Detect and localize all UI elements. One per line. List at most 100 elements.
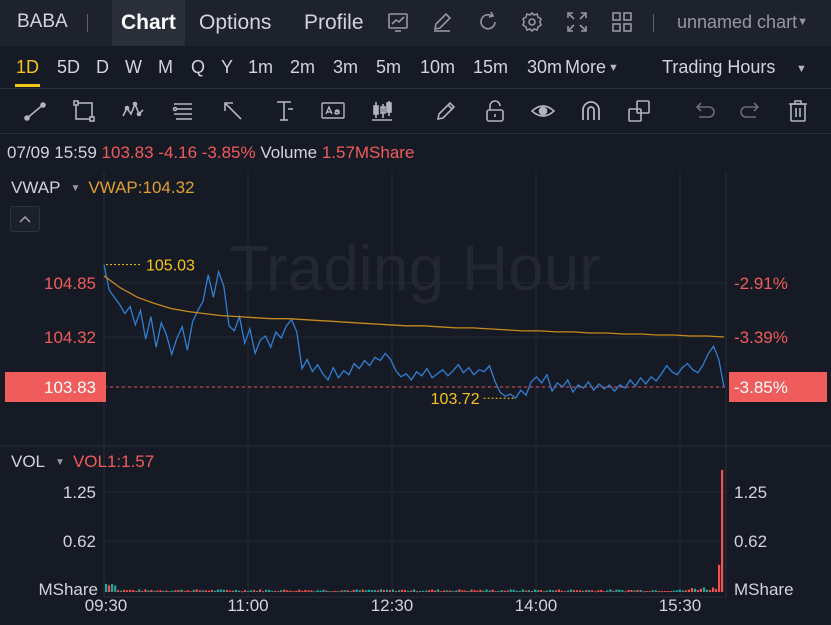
measure-icon[interactable] [271,98,297,124]
redo-icon[interactable] [739,98,765,124]
volume-bar [639,589,642,592]
interval-2m[interactable]: 2m [290,57,315,78]
volume-bar [443,590,446,592]
volume-bar [476,590,479,592]
clone-icon[interactable] [626,98,652,124]
volume-bar [518,591,521,592]
vol-value: VOL1:1.57 [72,452,155,471]
volume-bar [645,591,648,592]
magnet-icon[interactable] [578,98,604,124]
arrow-icon[interactable] [220,98,246,124]
interval-15m[interactable]: 15m [473,57,508,78]
chart-name-dropdown[interactable]: unnamed chart▼ [677,12,808,33]
lock-icon[interactable] [482,98,508,124]
volume-bar [708,590,712,592]
pencil-icon[interactable] [433,98,459,124]
volume-bar [352,589,355,592]
interval-y[interactable]: Y [221,57,233,78]
volume-bar [666,591,669,592]
vol-indicator-legend[interactable]: VOL ▼ VOL1:1.57 [11,452,154,472]
quote-price: 103.83 [101,143,154,162]
x-axis-label: 11:00 [227,596,268,615]
volume-label: Volume [260,143,318,162]
volume-bar [630,590,633,592]
interval-w[interactable]: W [125,57,142,78]
volume-bar [497,591,500,592]
eye-icon[interactable] [530,98,556,124]
volume-bar [207,590,210,592]
rectangle-icon[interactable] [71,98,97,124]
volume-bar [376,590,379,592]
vwap-indicator-legend[interactable]: VWAP ▼ VWAP:104.32 [11,178,195,198]
volume-bar [346,590,349,592]
price-chart[interactable]: Trading Hour 105.03 103.72 104.85 104.32 103.… [0,172,831,625]
interval-3m[interactable]: 3m [333,57,358,78]
tab-chart[interactable]: Chart [112,0,185,46]
interval-1d[interactable]: 1D [16,57,39,78]
low-price-label: 103.72 [431,391,480,408]
volume-bar [458,589,461,592]
interval-m[interactable]: M [158,57,173,78]
interval-1m[interactable]: 1m [248,57,273,78]
volume-bar [651,590,654,592]
volume-bar [615,589,618,592]
volume-bar [367,589,370,592]
refresh-icon[interactable] [476,10,500,34]
fullscreen-icon[interactable] [565,10,589,34]
volume-bar [524,590,527,592]
volume-bar [606,590,609,592]
undo-icon[interactable] [690,98,716,124]
interval-10m[interactable]: 10m [420,57,455,78]
settings-icon[interactable] [520,10,544,34]
candle-icon[interactable] [369,98,395,124]
interval-5d[interactable]: 5D [57,57,80,78]
tab-options[interactable]: Options [199,0,271,46]
volume-bar [361,589,364,592]
volume-bar [699,588,702,592]
volume-bar [349,591,352,592]
text-note-icon[interactable] [320,98,346,124]
volume-bar [554,590,558,592]
volume-bar [633,590,636,592]
interval-30m[interactable]: 30m [527,57,562,78]
trash-icon[interactable] [785,98,811,124]
volume-bar [585,590,588,592]
interval-5m[interactable]: 5m [376,57,401,78]
active-interval-indicator [15,84,40,87]
volume-bar [373,590,376,592]
volume-bar [536,590,539,592]
volume-bar [301,590,304,592]
volume-bar [718,564,721,592]
volume-bar [416,591,419,593]
trend-line-icon[interactable] [22,98,48,124]
volume-bar [530,591,533,592]
chart-type-icon[interactable] [386,10,410,34]
y-axis-left-label: 104.32 [44,328,96,347]
volume-bar [467,591,470,592]
volume-bar [213,590,216,592]
volume-bar [491,589,494,592]
vol-axis-left-label: 1.25 [63,483,96,502]
volume-bar [331,591,334,593]
volume-bar [168,591,171,593]
volume-bar [114,585,117,592]
volume-bar [265,589,268,592]
interval-d[interactable]: D [96,57,109,78]
layout-grid-icon[interactable] [610,10,634,34]
more-intervals-button[interactable]: More [565,57,606,78]
pattern-icon[interactable] [120,98,146,124]
volume-bar [567,590,570,592]
tab-profile[interactable]: Profile [304,0,364,46]
current-percent-badge-label: -3.85% [734,378,788,397]
chevron-down-icon: ▼ [796,63,807,75]
edit-icon[interactable] [430,10,454,34]
session-dropdown[interactable]: Trading Hours [662,57,775,78]
ticker-symbol[interactable]: BABA [17,11,68,33]
volume-bar [422,590,425,592]
collapse-button[interactable] [10,206,40,232]
volume-bar [286,590,289,592]
interval-q[interactable]: Q [191,57,205,78]
chart-name-label: unnamed chart [677,12,798,32]
fib-icon[interactable] [170,98,196,124]
y-axis-left-label: 104.85 [44,274,96,293]
